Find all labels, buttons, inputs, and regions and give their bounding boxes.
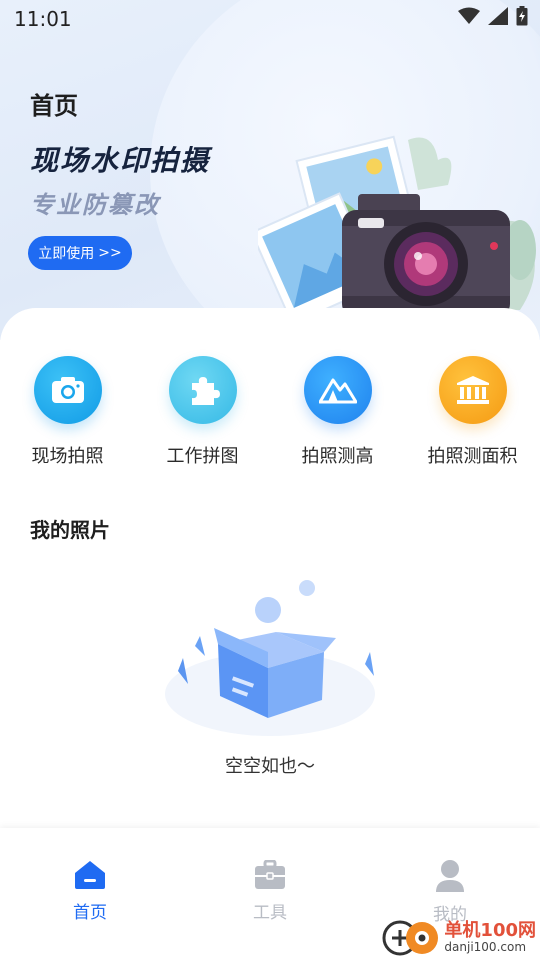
feature-work-collage-label: 工作拼图 (166, 446, 239, 467)
camera-icon (51, 377, 84, 403)
wifi-icon (458, 7, 480, 24)
feature-measure-height[interactable]: 拍照测高 (270, 356, 405, 468)
use-now-button[interactable]: 立即使用 >> (28, 236, 132, 270)
status-icons (458, 6, 528, 26)
building-icon (456, 376, 489, 404)
feature-measure-height-label: 拍照测高 (301, 446, 374, 467)
tab-mine[interactable]: 我的 (360, 860, 540, 925)
signal-icon (488, 7, 508, 25)
status-time: 11:01 (14, 7, 72, 31)
user-icon (436, 860, 464, 892)
use-now-arrows: >> (98, 245, 122, 261)
tab-tools-label: 工具 (253, 903, 287, 923)
bottom-tab-bar: 首页 工具 我的 单机100网 danji100.com (0, 828, 540, 960)
page-title: 首页 (30, 92, 78, 120)
feature-measure-area[interactable]: 拍照测面积 (405, 356, 540, 468)
camera-illustration (258, 135, 536, 320)
watermark-line1: 单机100网 (444, 920, 536, 942)
site-watermark: 单机100网 danji100.com (380, 918, 536, 958)
feature-measure-height-circle (303, 356, 372, 424)
hero-banner: 11:01 首页 现场水印拍摄 专业防篡改 立即使用 >> (0, 0, 540, 340)
puzzle-icon (191, 377, 220, 405)
battery-icon (516, 6, 528, 26)
hero-headline: 现场水印拍摄 (30, 144, 211, 177)
feature-work-collage-circle (168, 356, 237, 424)
watermark-logo-icon (382, 920, 439, 956)
watermark-line2: danji100.com (444, 940, 527, 955)
toolbox-icon (255, 859, 285, 889)
empty-state-text: 空空如也～ (225, 756, 315, 777)
use-now-label: 立即使用 (38, 246, 95, 262)
watermark-text: 单机100网 danji100.com (444, 920, 536, 955)
feature-work-collage[interactable]: 工作拼图 (135, 356, 270, 468)
feature-grid: 现场拍照 工作拼图 拍照测高 拍照测面积 (0, 356, 540, 476)
mountain-icon (318, 378, 357, 404)
feature-measure-area-label: 拍照测面积 (427, 446, 518, 467)
feature-live-photo[interactable]: 现场拍照 (0, 356, 135, 468)
feature-measure-area-circle (438, 356, 507, 424)
my-photos-title: 我的照片 (30, 518, 110, 542)
tab-home[interactable]: 首页 (0, 860, 180, 923)
feature-live-photo-label: 现场拍照 (31, 446, 104, 467)
tab-home-label: 首页 (73, 903, 107, 923)
home-icon (75, 861, 105, 889)
tab-tools[interactable]: 工具 (180, 859, 360, 923)
hero-subheadline: 专业防篡改 (30, 191, 160, 219)
status-bar: 11:01 (0, 0, 540, 36)
feature-live-photo-circle (33, 356, 102, 424)
empty-box-illustration (165, 580, 375, 736)
content-card: 现场拍照 工作拼图 拍照测高 拍照测面积 我的照片 空空如也～ (0, 308, 540, 828)
